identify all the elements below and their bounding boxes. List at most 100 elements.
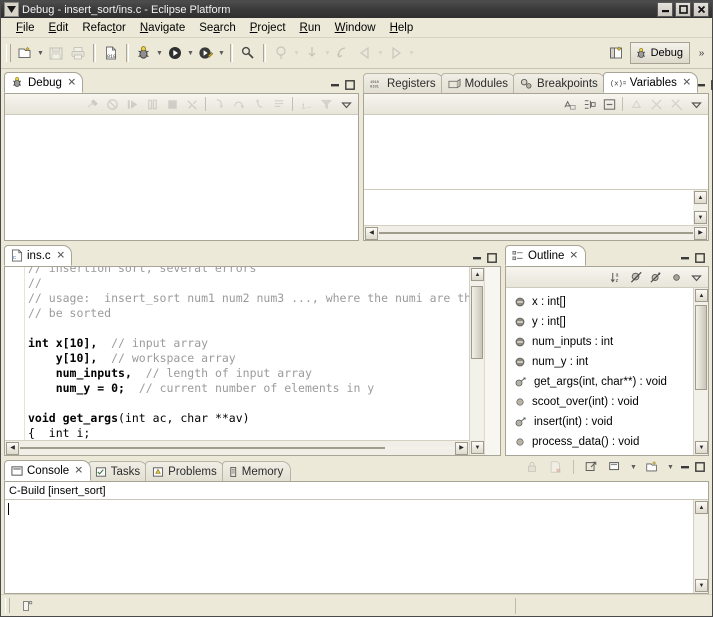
scroll-thumb[interactable] [20,447,385,449]
scroll-track[interactable] [695,303,707,440]
list-item[interactable]: num_y : int [506,352,693,372]
menu-navigate[interactable]: Navigate [133,20,192,36]
open-console-icon[interactable] [642,458,662,477]
display-selected-console-icon[interactable] [605,458,625,477]
variables-view-content[interactable]: ▲ ▼ ◀ ▶ [364,115,708,240]
close-icon[interactable]: ✕ [75,464,84,477]
menu-refactor[interactable]: Refactor [75,20,132,36]
scroll-right-arrow[interactable]: ▶ [455,442,468,455]
scroll-down-arrow[interactable]: ▼ [695,579,708,592]
maximize-view-icon[interactable] [344,79,355,90]
minimize-view-icon[interactable] [679,462,690,473]
hide-static-icon[interactable]: s [646,268,666,287]
close-icon[interactable]: ✕ [682,76,691,89]
view-menu-icon[interactable] [336,95,356,114]
scroll-up-arrow[interactable]: ▲ [695,501,708,514]
outline-vscrollbar[interactable]: ▲ ▼ [693,288,708,455]
scroll-track[interactable] [694,205,707,210]
tab-debug[interactable]: Debug ✕ [4,72,83,93]
close-icon[interactable]: ✕ [570,249,579,262]
minimize-view-icon[interactable] [679,252,690,263]
toolbar-grip[interactable] [6,44,11,62]
variables-detail-pane[interactable]: ▲ ▼ [364,190,708,225]
maximize-button[interactable] [675,2,691,17]
debug-icon[interactable] [133,42,155,64]
scroll-down-arrow[interactable]: ▼ [694,211,707,224]
view-menu-icon[interactable] [686,95,706,114]
list-item[interactable]: num_inputs : int [506,332,693,352]
show-logical-structure-icon[interactable] [579,95,599,114]
hide-fields-icon[interactable] [626,268,646,287]
tab-memory[interactable]: Memory [222,461,292,481]
editor-gutter[interactable] [5,267,25,440]
variables-tree[interactable] [364,115,708,190]
scroll-down-arrow[interactable]: ▼ [695,441,708,454]
tab-outline[interactable]: Outline ✕ [505,245,586,266]
minimize-button[interactable] [657,2,673,17]
tab-console[interactable]: Console ✕ [4,460,91,481]
new-wizard-dropdown-icon[interactable]: ▼ [36,42,45,64]
scroll-track[interactable] [379,232,693,234]
variables-hscrollbar[interactable]: ◀ ▶ [364,225,708,240]
tab-problems[interactable]: Problems [145,461,225,481]
run-dropdown-icon[interactable]: ▼ [186,42,195,64]
outline-view-content[interactable]: x : int[]y : int[]num_inputs : intnum_y … [506,288,708,455]
run-icon[interactable] [164,42,186,64]
list-item[interactable]: x : int[] [506,292,693,312]
editor-vscrollbar[interactable]: ▲ ▼ [469,267,484,455]
scroll-up-arrow[interactable]: ▲ [695,289,708,302]
collapse-all-icon[interactable] [599,95,619,114]
scroll-thumb[interactable] [471,286,483,359]
perspective-debug-button[interactable]: Debug [630,42,690,64]
maximize-view-icon[interactable] [694,252,705,263]
editor-hscrollbar[interactable]: ◀ ▶ [5,440,469,455]
search-icon[interactable] [237,42,259,64]
list-item[interactable]: get_args(int, char**) : void [506,372,693,392]
menu-search[interactable]: Search [192,20,242,36]
debug-dropdown-icon[interactable]: ▼ [155,42,164,64]
menu-run[interactable]: Run [293,20,328,36]
menu-window[interactable]: Window [328,20,383,36]
menu-edit[interactable]: Edit [42,20,76,36]
scroll-track[interactable] [20,447,454,449]
list-item[interactable]: y : int[] [506,312,693,332]
show-type-names-icon[interactable] [559,95,579,114]
outline-items-list[interactable]: x : int[]y : int[]num_inputs : intnum_y … [506,288,693,455]
menu-file[interactable]: FFileile [9,20,42,36]
scroll-down-arrow[interactable]: ▼ [471,441,484,454]
scroll-thumb[interactable] [695,305,707,390]
maximize-editor-icon[interactable] [486,252,497,263]
eclipse-icon[interactable] [4,2,19,17]
close-icon[interactable]: ✕ [56,249,65,262]
console-output-area[interactable]: ▲ ▼ [5,500,708,593]
scroll-up-arrow[interactable]: ▲ [694,191,707,204]
scroll-track[interactable] [471,282,483,440]
close-button[interactable] [693,2,709,17]
console-vscrollbar[interactable]: ▲ ▼ [693,500,708,593]
minimize-editor-icon[interactable] [471,252,482,263]
sort-alphabetically-icon[interactable]: a z [606,268,626,287]
scroll-track[interactable] [695,515,707,578]
minimize-view-icon[interactable] [329,79,340,90]
tab-registers[interactable]: 1010 0101 Registers [363,73,444,93]
variables-detail-vscrollbar[interactable]: ▲ ▼ [693,190,708,225]
scroll-thumb[interactable] [379,232,693,234]
list-item[interactable]: process_data() : void [506,432,693,452]
tab-tasks[interactable]: Tasks [88,461,148,481]
build-icon[interactable]: 010 [100,42,122,64]
external-tools-icon[interactable] [195,42,217,64]
open-perspective-icon[interactable] [607,43,627,63]
display-selected-console-dropdown-icon[interactable]: ▼ [629,456,638,478]
tab-breakpoints[interactable]: Breakpoints [513,73,606,93]
scroll-left-arrow[interactable]: ◀ [6,442,19,455]
external-tools-dropdown-icon[interactable]: ▼ [217,42,226,64]
list-item[interactable]: insert(int) : void [506,412,693,432]
perspective-more-button[interactable]: » [690,48,712,59]
debug-view-content[interactable] [5,115,358,240]
open-console-dropdown-icon[interactable]: ▼ [666,456,675,478]
scroll-left-arrow[interactable]: ◀ [365,227,378,240]
overview-ruler[interactable] [484,267,500,455]
list-item[interactable]: scoot_over(int) : void [506,392,693,412]
source-code[interactable]: // insertion sort, several errors//// us… [25,267,469,440]
console-output-text[interactable] [5,500,693,593]
